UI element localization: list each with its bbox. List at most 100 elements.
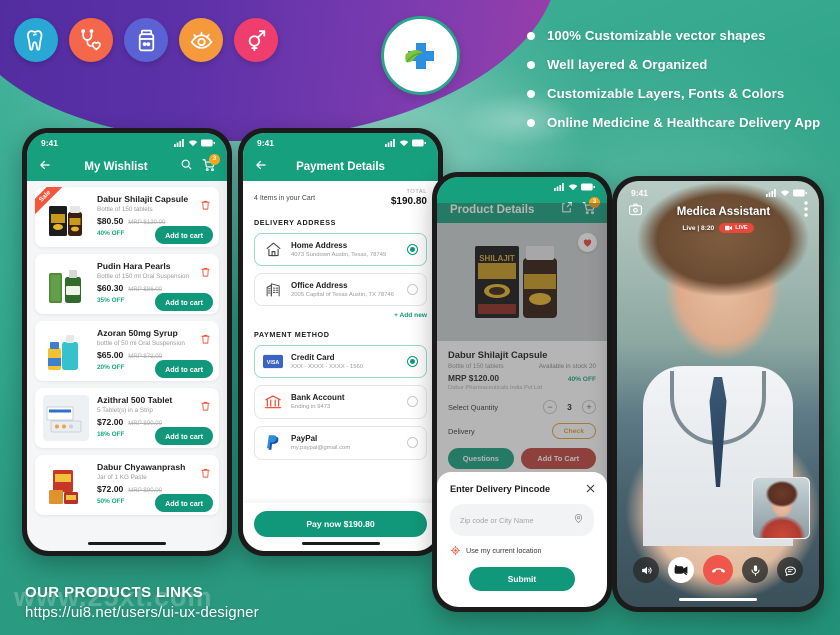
delete-icon[interactable] bbox=[200, 332, 211, 344]
phone-payment: 9:41 Payment Details 4 Items in your Car… bbox=[238, 128, 443, 556]
stethoscope-heart-icon[interactable] bbox=[69, 18, 113, 62]
medical-cross-leaf-logo bbox=[381, 16, 460, 95]
svg-text:VISA: VISA bbox=[267, 360, 280, 366]
payment-screen: 9:41 Payment Details 4 Items in your Car… bbox=[243, 133, 438, 551]
feature-item: Well layered & Organized bbox=[527, 57, 820, 72]
address-option-home[interactable]: Home Address 4073 Sundown Austin, Texas,… bbox=[254, 233, 427, 266]
video-off-icon[interactable] bbox=[668, 557, 694, 583]
product-name: Azoran 50mg Syrup bbox=[97, 328, 178, 338]
delete-icon[interactable] bbox=[200, 265, 211, 277]
payment-detail: Ending in 9473 bbox=[291, 403, 331, 410]
phone-product-details: Product Details 3 SHILAJIT Dabur Shilaji… bbox=[432, 172, 612, 612]
wishlist-screen: 9:41 My Wishlist 3 Sale Dabur Shilajit C… bbox=[27, 133, 227, 551]
product-thumbnail bbox=[43, 261, 89, 307]
cart-item-count: 4 Items in your Cart bbox=[254, 195, 316, 202]
payment-name: Credit Card bbox=[291, 353, 335, 362]
switch-camera-icon[interactable] bbox=[628, 202, 643, 222]
call-header: Medica Assistant bbox=[617, 201, 819, 222]
product-name: Dabur Chyawanprash bbox=[97, 462, 186, 472]
delivery-address-section-title: DELIVERY ADDRESS bbox=[254, 218, 337, 227]
list-item[interactable]: Azoran 50mg Syrup bottle of 50 ml Oral S… bbox=[35, 321, 219, 381]
delete-icon[interactable] bbox=[200, 198, 211, 210]
payment-name: PayPal bbox=[291, 434, 318, 444]
payment-radio-bank-account[interactable] bbox=[407, 396, 418, 407]
product-name: Azithral 500 Tablet bbox=[97, 395, 173, 405]
signal-icon bbox=[174, 139, 184, 147]
add-to-cart-button[interactable]: Add to cart bbox=[155, 427, 213, 445]
cart-total: TOTAL $190.80 bbox=[391, 189, 427, 207]
product-info: Azoran 50mg Syrup bottle of 50 ml Oral S… bbox=[97, 328, 213, 378]
pincode-input[interactable]: Zip code or City Name bbox=[450, 504, 594, 536]
product-price: $72.00 bbox=[97, 483, 124, 494]
delete-icon[interactable] bbox=[200, 466, 211, 478]
paypal-icon bbox=[263, 434, 283, 452]
list-item[interactable]: Dabur Chyawanprash Jar of 1 KG Paste $72… bbox=[35, 455, 219, 515]
gender-symbols-icon[interactable] bbox=[234, 18, 278, 62]
medicine-bottle-icon[interactable] bbox=[124, 18, 168, 62]
address-name: Home Address bbox=[291, 241, 348, 251]
delete-icon[interactable] bbox=[200, 399, 211, 411]
pay-now-button[interactable]: Pay now $190.80 bbox=[254, 511, 427, 537]
list-item[interactable]: Azithral 500 Tablet 5 Tablet(s) in a Str… bbox=[35, 388, 219, 448]
more-options-icon[interactable] bbox=[804, 201, 808, 222]
cart-icon[interactable]: 3 bbox=[202, 153, 220, 177]
add-to-cart-button[interactable]: Add to cart bbox=[155, 360, 213, 378]
status-icons bbox=[385, 139, 426, 147]
address-radio-office[interactable] bbox=[407, 284, 418, 295]
submit-button[interactable]: Submit bbox=[468, 567, 576, 591]
list-item[interactable]: Sale Dabur Shilajit Capsule Bottle of 15 bbox=[35, 187, 219, 247]
price-row: $65.00 MRP $72.00 bbox=[97, 350, 211, 360]
status-icons bbox=[766, 189, 807, 197]
add-to-cart-button[interactable]: Add to cart bbox=[155, 226, 213, 244]
add-to-cart-button[interactable]: Add to cart bbox=[155, 293, 213, 311]
product-info: Azithral 500 Tablet 5 Tablet(s) in a Str… bbox=[97, 395, 213, 445]
list-item[interactable]: Pudin Hara Pearls Bottle of 150 ml Oral … bbox=[35, 254, 219, 314]
end-call-icon[interactable] bbox=[703, 555, 733, 585]
close-icon[interactable] bbox=[585, 481, 596, 499]
address-text: Office Address 2005 Capital of Texas Aus… bbox=[291, 281, 399, 298]
search-icon[interactable] bbox=[180, 158, 193, 176]
chat-icon[interactable] bbox=[777, 557, 803, 583]
microphone-icon[interactable] bbox=[742, 557, 768, 583]
price-row: $80.50 MRP $120.00 bbox=[97, 216, 211, 226]
payment-radio-credit-card[interactable] bbox=[407, 355, 418, 367]
add-new-address-link[interactable]: + Add new bbox=[254, 312, 427, 319]
self-view-thumbnail[interactable] bbox=[752, 477, 810, 539]
product-info: Dabur Chyawanprash Jar of 1 KG Paste $72… bbox=[97, 462, 213, 512]
payment-option-credit-card[interactable]: VISA Credit Card XXX - XXXX - XXXX - 156… bbox=[254, 345, 427, 378]
call-title: Medica Assistant bbox=[676, 205, 771, 218]
product-info: Dabur Shilajit Capsule Bottle of 150 tab… bbox=[97, 194, 213, 244]
add-to-cart-button[interactable]: Add to cart bbox=[155, 494, 213, 512]
feature-list: 100% Customizable vector shapes Well lay… bbox=[527, 28, 820, 144]
speaker-icon[interactable] bbox=[633, 557, 659, 583]
address-option-office[interactable]: Office Address 2005 Capital of Texas Aus… bbox=[254, 273, 427, 306]
product-info: Pudin Hara Pearls Bottle of 150 ml Oral … bbox=[97, 261, 213, 311]
use-current-location[interactable]: Use my current location bbox=[450, 545, 594, 556]
back-arrow-icon[interactable] bbox=[38, 158, 52, 177]
status-bar: 9:41 bbox=[617, 183, 819, 203]
product-sub: 5 Tablet(s) in a Strip bbox=[97, 406, 153, 414]
payment-radio-paypal[interactable] bbox=[407, 437, 418, 448]
delivery-pincode-sheet: Enter Delivery Pincode Zip code or City … bbox=[437, 472, 607, 607]
wishlist-items[interactable]: Sale Dabur Shilajit Capsule Bottle of 15 bbox=[27, 181, 227, 541]
footer-url[interactable]: https://ui8.net/users/ui-ux-designer bbox=[25, 604, 259, 621]
feature-label: 100% Customizable vector shapes bbox=[547, 28, 766, 43]
call-controls bbox=[617, 555, 819, 585]
status-bar: 9:41 bbox=[27, 133, 227, 153]
tooth-icon[interactable] bbox=[14, 18, 58, 62]
live-badge: LIVE bbox=[719, 223, 754, 233]
address-radio-home[interactable] bbox=[407, 244, 418, 255]
current-location-label: Use my current location bbox=[466, 546, 542, 555]
payment-option-bank-account[interactable]: Bank Account Ending in 9473 bbox=[254, 384, 427, 419]
back-arrow-icon[interactable] bbox=[254, 158, 268, 177]
product-price: $72.00 bbox=[97, 416, 124, 427]
location-pin-icon[interactable] bbox=[573, 511, 584, 529]
payment-option-paypal[interactable]: PayPal my.paypal@gmail.com bbox=[254, 425, 427, 460]
pincode-placeholder: Zip code or City Name bbox=[460, 515, 534, 525]
product-thumbnail bbox=[43, 328, 89, 374]
page-title: Payment Details bbox=[296, 161, 385, 173]
address-name: Office Address bbox=[291, 281, 348, 291]
eye-icon[interactable] bbox=[179, 18, 223, 62]
page-title: My Wishlist bbox=[84, 161, 148, 173]
product-thumbnail bbox=[43, 395, 89, 441]
